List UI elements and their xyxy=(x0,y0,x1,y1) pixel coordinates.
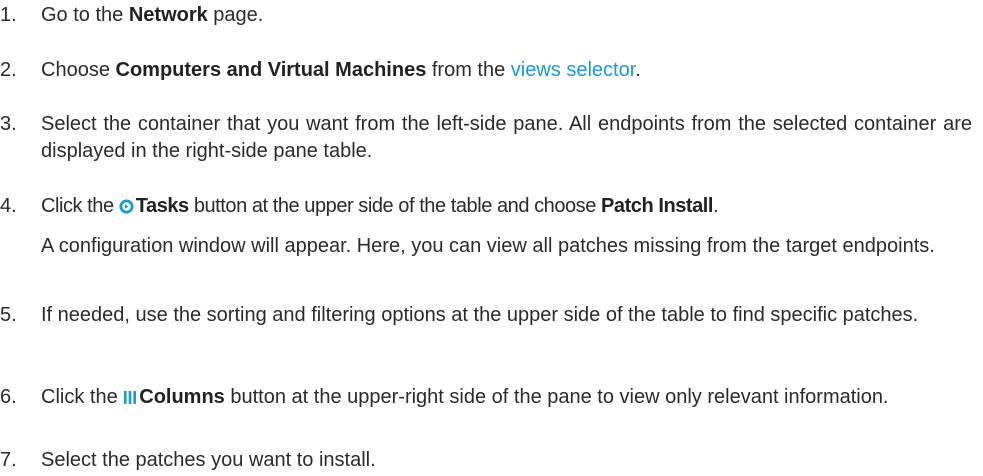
step-number: 4. xyxy=(0,195,17,217)
views-selector-link[interactable]: views selector xyxy=(511,59,636,81)
step-number: 3. xyxy=(0,113,17,135)
step-number: 5. xyxy=(0,304,17,326)
step-text: Click the Columns button at the upper-ri… xyxy=(41,384,972,413)
step-text: If needed, use the sorting and filtering… xyxy=(41,304,919,326)
columns-icon xyxy=(123,386,137,413)
instructions-document: 1. Go to the Network page. 2. Choose Com… xyxy=(0,0,983,476)
step-text: Select the patches you want to install. xyxy=(41,449,376,471)
step-number: 2. xyxy=(0,59,17,81)
view-name: Computers and Virtual Machines xyxy=(115,59,427,81)
tasks-button-name: Tasks xyxy=(135,195,189,217)
step-text: Choose Computers and Virtual Machines fr… xyxy=(41,59,641,81)
network-page-name: Network xyxy=(128,4,208,26)
patch-install-option: Patch Install xyxy=(601,195,713,217)
step-number: 6. xyxy=(0,386,17,408)
step-text: Go to the Network page. xyxy=(41,4,264,26)
step-4-note: A configuration window will appear. Here… xyxy=(41,235,935,257)
step-number: 1. xyxy=(0,4,17,26)
step-text: Select the container that you want from … xyxy=(41,113,972,162)
tasks-icon xyxy=(119,195,134,222)
columns-button-name: Columns xyxy=(139,386,225,408)
step-text: Click the Tasks button at the upper side… xyxy=(41,193,972,222)
step-number: 7. xyxy=(0,449,17,471)
